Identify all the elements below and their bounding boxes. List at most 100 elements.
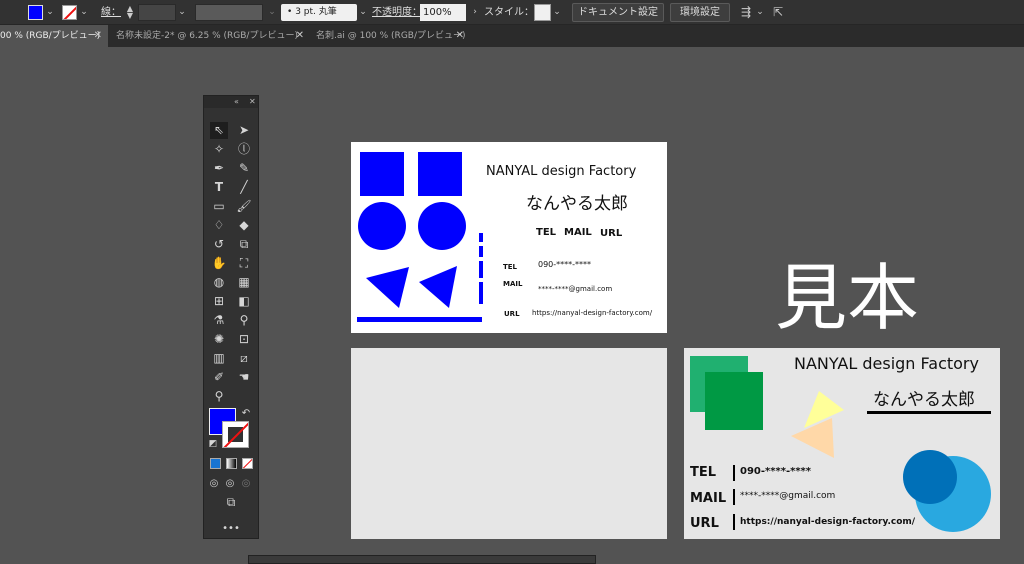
rotate-tool-icon[interactable]: ↺: [210, 236, 228, 253]
line-tool-icon[interactable]: ╱: [235, 179, 253, 196]
tools-panel-header[interactable]: « ✕: [204, 96, 258, 108]
document-setup-button[interactable]: ドキュメント設定: [572, 3, 664, 22]
brush-value: 3 pt. 丸筆: [295, 7, 337, 17]
stroke-weight-dropdown-icon[interactable]: ⌄: [177, 5, 187, 20]
column-graph-tool-icon[interactable]: ▥: [210, 350, 228, 367]
variable-width-dropdown-icon[interactable]: ⌄: [267, 5, 277, 20]
close-icon[interactable]: ✕: [249, 96, 256, 108]
tab-label: 名刺.ai @ 100 % (RGB/プレビュー): [316, 31, 466, 41]
curvature-tool-icon[interactable]: ✎: [235, 160, 253, 177]
card1-header-url: URL: [600, 228, 623, 239]
opacity-arrow-icon[interactable]: ›: [470, 5, 480, 20]
brush-dot-icon: •: [287, 7, 293, 17]
mesh-tool-icon[interactable]: ⊞: [210, 293, 228, 310]
selection-tool-icon[interactable]: ⇖: [210, 122, 228, 139]
card1-url-label: URL: [504, 310, 520, 318]
tab-document-2[interactable]: 名称未設定-2* @ 6.25 % (RGB/プレビュー) ✕: [112, 25, 310, 47]
tab-document-1[interactable]: 00 % (RGB/プレビュー) ✕: [0, 25, 108, 47]
collapse-icon[interactable]: «: [234, 96, 239, 108]
control-bar: ⌄ ⌄ 線： ▲ ▼ ⌄ ⌄ • 3 pt. 丸筆 ⌄ 不透明度： 100% › …: [0, 0, 1024, 25]
preferences-button[interactable]: 環境設定: [670, 3, 730, 22]
swap-colors-icon[interactable]: ↶: [240, 405, 252, 422]
blend-tool-icon[interactable]: ⚲: [235, 312, 253, 329]
hand-tool-icon[interactable]: ☚: [235, 369, 253, 386]
draw-normal-icon[interactable]: ◎: [207, 475, 221, 492]
brush-definition-field[interactable]: • 3 pt. 丸筆: [281, 4, 357, 21]
zoom-tool-icon[interactable]: ⚲: [210, 388, 228, 405]
draw-inside-icon[interactable]: ◎: [239, 475, 253, 492]
warp-tool-icon[interactable]: ✋: [210, 255, 228, 272]
scale-tool-icon[interactable]: ⧉: [235, 236, 253, 253]
stroke-label: 線：: [101, 7, 121, 18]
artboard-empty[interactable]: [351, 348, 667, 539]
variable-width-field[interactable]: [195, 4, 263, 21]
none-mode-icon[interactable]: [242, 458, 253, 469]
stroke-swatch[interactable]: [62, 5, 77, 20]
card1-header-mail: MAIL: [564, 227, 592, 238]
shape-builder-tool-icon[interactable]: ◍: [210, 274, 228, 291]
stroke-dropdown-icon[interactable]: ⌄: [79, 5, 89, 20]
eraser-tool-icon[interactable]: ◆: [235, 217, 253, 234]
sample-card[interactable]: NANYAL design Factory なんやる太郎 TEL 090-***…: [684, 348, 1000, 539]
artboard-tool-icon[interactable]: ⊡: [235, 331, 253, 348]
export-icon[interactable]: ⇱: [770, 4, 786, 20]
hand-tool-icon[interactable]: ✐: [210, 369, 228, 386]
artboard-card-1[interactable]: NANYAL design Factory なんやる太郎 TEL MAIL UR…: [351, 142, 667, 333]
paintbrush-tool-icon[interactable]: 🖌: [235, 198, 253, 215]
pen-tool-icon[interactable]: ✒: [210, 160, 228, 177]
sample-url-value: https://nanyal-design-factory.com/: [740, 517, 916, 527]
lasso-tool-icon[interactable]: ⓛ: [235, 141, 253, 158]
blue-dash-3: [479, 261, 483, 278]
blue-dash-2: [479, 246, 483, 257]
card1-header-tel: TEL: [536, 227, 557, 238]
card1-company: NANYAL design Factory: [486, 164, 637, 179]
sample-tel-label: TEL: [690, 465, 717, 480]
edit-toolbar-button[interactable]: •••: [222, 520, 240, 537]
free-transform-tool-icon[interactable]: ⛶: [235, 255, 253, 272]
stroke-weight-stepper-icon[interactable]: ▲ ▼: [125, 5, 135, 20]
style-dropdown-icon[interactable]: ⌄: [552, 5, 562, 20]
blue-dash-1: [479, 233, 483, 242]
shaper-tool-icon[interactable]: ♢: [210, 217, 228, 234]
symbol-sprayer-tool-icon[interactable]: ✺: [210, 331, 228, 348]
card1-url-value: https://nanyal-design-factory.com/: [532, 309, 653, 317]
graphic-style-swatch[interactable]: [534, 4, 551, 21]
opacity-field[interactable]: 100%: [420, 4, 466, 21]
close-icon[interactable]: ✕: [456, 25, 464, 47]
draw-behind-icon[interactable]: ◎: [223, 475, 237, 492]
sample-card-graphics: [690, 356, 991, 532]
magic-wand-tool-icon[interactable]: ✧: [210, 141, 228, 158]
screen-mode-icon[interactable]: ⧉: [222, 494, 240, 511]
sample-name: なんやる太郎: [873, 390, 975, 410]
color-mode-icon[interactable]: [210, 458, 221, 469]
green-square-front: [705, 372, 763, 430]
close-icon[interactable]: ✕: [296, 25, 304, 47]
opacity-label[interactable]: 不透明度：: [372, 0, 422, 25]
document-tab-bar: 00 % (RGB/プレビュー) ✕ 名称未設定-2* @ 6.25 % (RG…: [0, 25, 1024, 47]
stroke-weight-field[interactable]: [138, 4, 176, 21]
close-icon[interactable]: ✕: [94, 25, 102, 47]
fill-swatch[interactable]: [28, 5, 43, 20]
type-tool-icon[interactable]: T: [210, 179, 228, 196]
tab-document-3[interactable]: 名刺.ai @ 100 % (RGB/プレビュー) ✕: [312, 25, 470, 47]
brush-dropdown-icon[interactable]: ⌄: [358, 5, 368, 20]
perspective-grid-tool-icon[interactable]: ▦: [235, 274, 253, 291]
card1-tel-label: TEL: [503, 263, 518, 271]
bottom-panel[interactable]: [248, 555, 596, 564]
default-colors-icon[interactable]: ◩: [207, 436, 219, 453]
eyedropper-tool-icon[interactable]: ⚗: [210, 312, 228, 329]
sample-company: NANYAL design Factory: [794, 354, 979, 373]
arrange-documents-icon[interactable]: ⇶: [738, 4, 754, 20]
fill-dropdown-icon[interactable]: ⌄: [45, 5, 55, 20]
direct-selection-tool-icon[interactable]: ➤: [235, 122, 253, 139]
blue-circle-2: [418, 202, 466, 250]
rectangle-tool-icon[interactable]: ▭: [210, 198, 228, 215]
gradient-mode-icon[interactable]: [226, 458, 237, 469]
card1-tel-value: 090-****-****: [538, 260, 592, 269]
sample-url-label: URL: [690, 516, 719, 531]
gradient-tool-icon[interactable]: ◧: [235, 293, 253, 310]
slice-tool-icon[interactable]: ⧄: [235, 350, 253, 367]
stroke-color-box[interactable]: [222, 421, 249, 448]
arrange-dropdown-icon[interactable]: ⌄: [755, 5, 765, 20]
tools-panel: « ✕ ⇖ ➤ ✧ ⓛ ✒ ✎ T ╱ ▭ 🖌 ♢ ◆ ↺ ⧉ ✋ ⛶ ◍ ▦ …: [203, 95, 259, 539]
